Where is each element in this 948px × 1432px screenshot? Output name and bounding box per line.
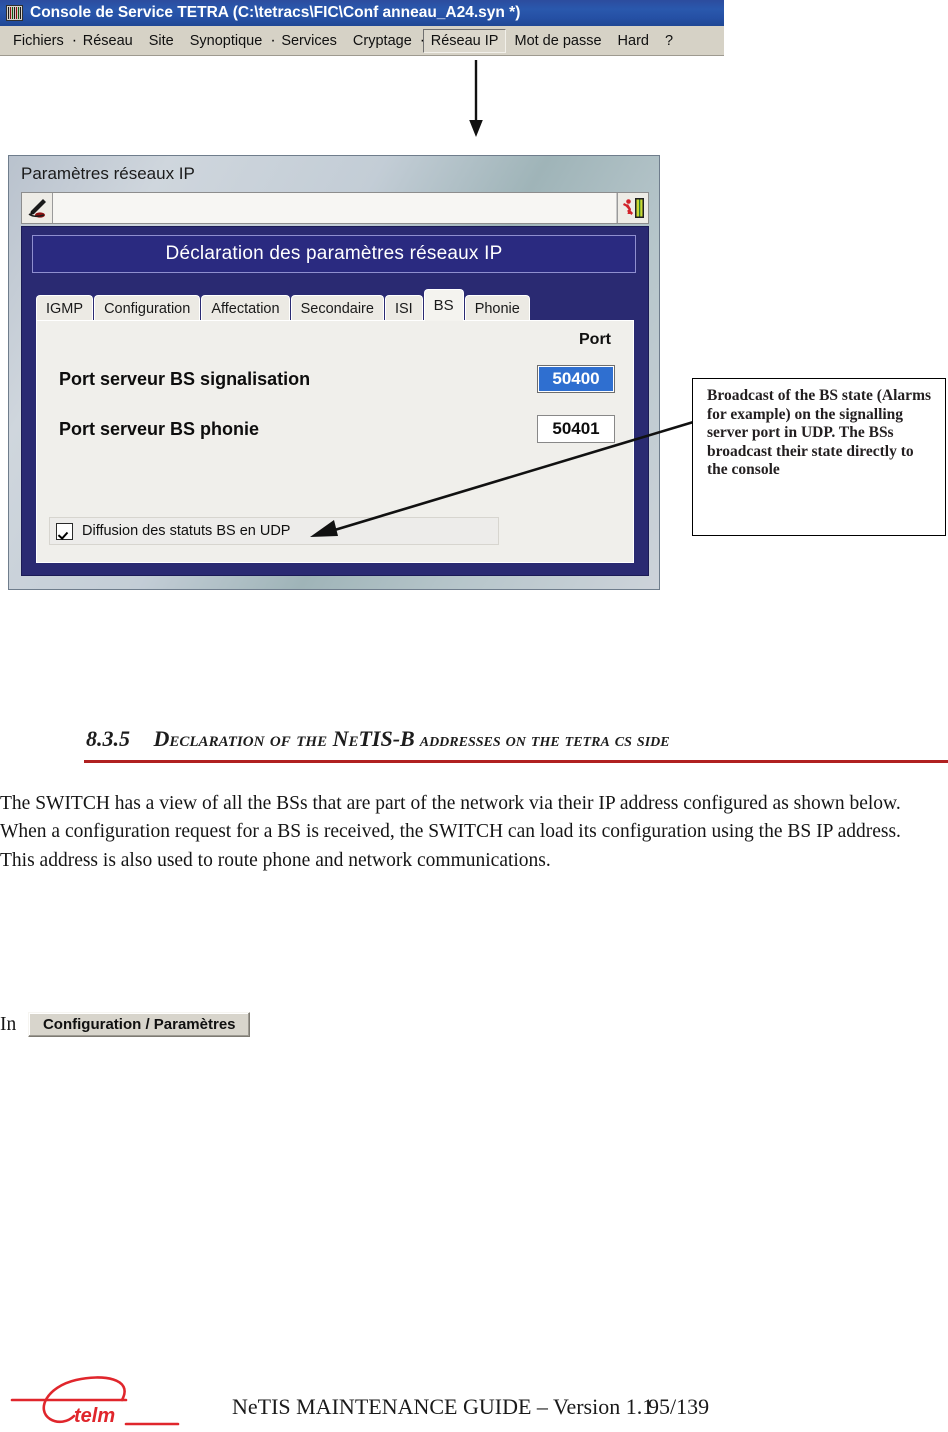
section-heading-rule xyxy=(84,760,948,763)
ip-dialog-title: Paramètres réseaux IP xyxy=(21,164,195,183)
console-titlebar: Console de Service TETRA (C:\tetracs\FIC… xyxy=(0,0,724,26)
port-column-header: Port xyxy=(579,331,611,348)
ip-declaration-banner: Déclaration des paramètres réseaux IP xyxy=(32,235,636,273)
tab-phonie[interactable]: Phonie xyxy=(464,295,530,321)
menu-item-site[interactable]: Site xyxy=(141,29,182,53)
tab-affectation[interactable]: Affectation xyxy=(201,295,290,321)
telm-wordmark: telm xyxy=(74,1405,115,1427)
tetra-console-window: Console de Service TETRA (C:\tetracs\FIC… xyxy=(0,0,724,56)
body-paragraph-1: The SWITCH has a view of all the BSs tha… xyxy=(0,793,901,814)
udp-broadcast-label: Diffusion des statuts BS en UDP xyxy=(82,523,291,539)
down-arrow-annotation-icon xyxy=(469,60,483,137)
pen-write-icon[interactable] xyxy=(22,193,53,223)
body-copy: The SWITCH has a view of all the BSs tha… xyxy=(0,790,948,875)
footer-title: NeTIS MAINTENANCE GUIDE – Version 1.1 xyxy=(232,1394,654,1419)
callout-annotation-text: Broadcast of the BS state (Alarms for ex… xyxy=(707,387,932,479)
menu-item-fichiers[interactable]: Fichiers xyxy=(5,29,72,53)
server-rack-icon xyxy=(6,5,23,21)
ip-tabstrip: IGMP Configuration Affectation Secondair… xyxy=(36,289,634,321)
menu-item-hard[interactable]: Hard xyxy=(610,29,657,53)
checkbox-checked-icon[interactable] xyxy=(56,522,73,540)
tab-isi[interactable]: ISI xyxy=(384,295,423,321)
footer-page-number: 95/139 xyxy=(648,1394,710,1419)
section-title-part3: addresses on the tetra cs side xyxy=(414,729,670,751)
address-input[interactable] xyxy=(53,193,617,223)
exit-running-man-icon[interactable] xyxy=(617,193,648,223)
section-title-part1: Declaration of the xyxy=(153,726,333,751)
callout-pointer-arrow-icon xyxy=(310,420,700,537)
section-number: 8.3.5 xyxy=(86,726,130,751)
menu-item-reseau[interactable]: Réseau xyxy=(75,29,141,53)
body-paragraph-3: This address is also used to route phone… xyxy=(0,849,551,871)
in-prefix-label: In xyxy=(0,1013,17,1035)
port-signalisation-label: Port serveur BS signalisation xyxy=(59,368,311,389)
document-page: Console de Service TETRA (C:\tetracs\FIC… xyxy=(0,0,948,1432)
section-heading-block: 8.3.5 Declaration of the NeTIS-B address… xyxy=(0,726,948,752)
port-row-signalisation: Port serveur BS signalisation 50400 xyxy=(59,365,615,393)
console-title: Console de Service TETRA (C:\tetracs\FIC… xyxy=(30,4,521,21)
callout-annotation-box: Broadcast of the BS state (Alarms for ex… xyxy=(692,378,946,536)
section-heading: 8.3.5 Declaration of the NeTIS-B address… xyxy=(0,726,948,752)
console-menubar: Fichiers · Réseau Site Synoptique · Serv… xyxy=(0,26,724,56)
ip-banner-text: Déclaration des paramètres réseaux IP xyxy=(165,243,503,264)
menu-item-reseau-ip[interactable]: Réseau IP xyxy=(422,28,507,53)
tab-secondaire[interactable]: Secondaire xyxy=(290,295,384,321)
section-title-part2: NeTIS-B xyxy=(332,726,415,751)
body-paragraph-2: When a configuration request for a BS is… xyxy=(0,821,901,843)
ip-dialog-toolbar xyxy=(21,192,649,224)
tab-bs[interactable]: BS xyxy=(423,289,464,321)
menu-item-help[interactable]: ? xyxy=(657,29,681,53)
in-button-row: In Configuration / Paramètres xyxy=(0,1012,500,1037)
page-footer: telm NeTIS MAINTENANCE GUIDE – Version 1… xyxy=(0,1372,948,1432)
menu-item-mot-de-passe[interactable]: Mot de passe xyxy=(506,29,609,53)
menu-item-synoptique[interactable]: Synoptique xyxy=(182,29,271,53)
menu-item-cryptage[interactable]: Cryptage xyxy=(345,29,420,53)
telm-logo-icon: telm xyxy=(10,1376,180,1427)
configuration-parametres-button[interactable]: Configuration / Paramètres xyxy=(28,1012,251,1037)
tab-igmp[interactable]: IGMP xyxy=(36,295,94,321)
tab-configuration[interactable]: Configuration xyxy=(94,295,201,321)
port-signalisation-input[interactable]: 50400 xyxy=(537,365,615,393)
menu-item-services[interactable]: Services xyxy=(273,29,345,53)
